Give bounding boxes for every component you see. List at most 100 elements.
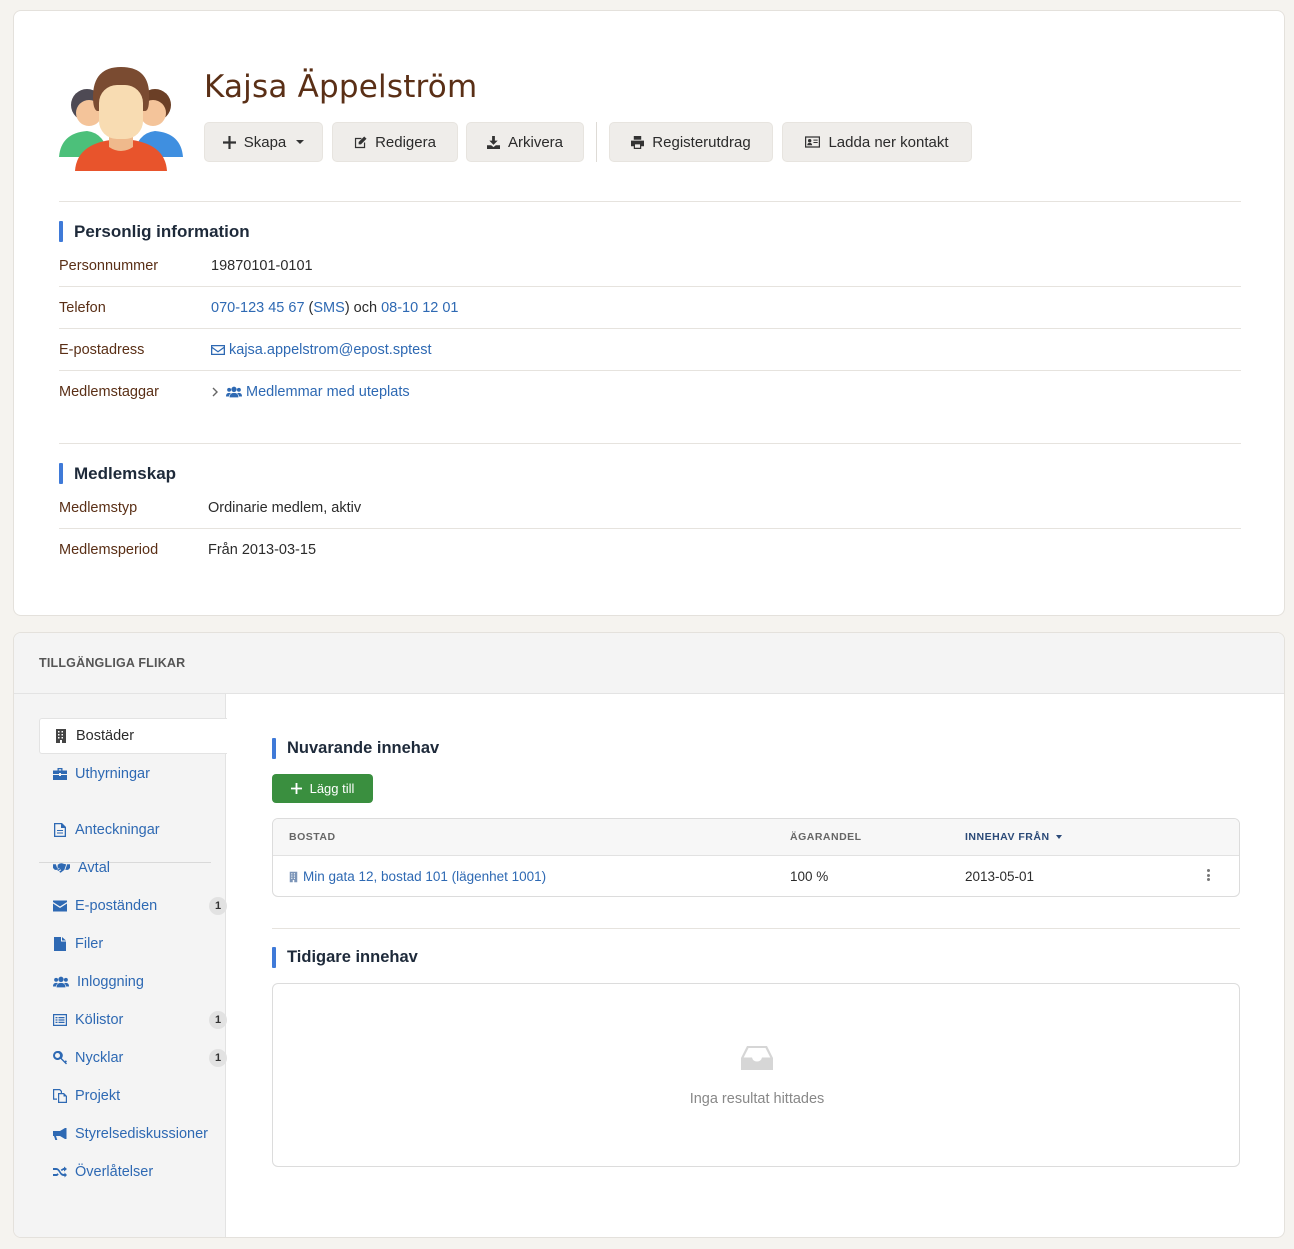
email-link[interactable]: kajsa.appelstrom@epost.sptest <box>229 342 432 358</box>
count-badge: 1 <box>209 1011 227 1029</box>
personal-info-heading: Personlig information <box>59 221 250 242</box>
count-badge: 1 <box>209 897 227 915</box>
add-holding-button[interactable]: Lägg till <box>272 774 373 803</box>
previous-holdings-heading: Tidigare innehav <box>272 947 418 968</box>
tab-label: Anteckningar <box>75 822 160 838</box>
member-type-row: Medlemstyp Ordinarie medlem, aktiv <box>59 487 1241 529</box>
tab-label: Styrelsediskussioner <box>75 1126 208 1142</box>
column-header-agarandel[interactable]: ÄGARANDEL <box>790 831 862 843</box>
tab-bostader[interactable]: Bostäder <box>39 718 227 754</box>
note-icon <box>54 823 66 837</box>
archive-button-label: Arkivera <box>507 133 563 151</box>
member-tags-row: Medlemstaggar Medlemmar med uteplats <box>59 371 1241 413</box>
caret-down-icon <box>296 140 305 144</box>
tab-projekt[interactable]: Projekt <box>39 1078 227 1114</box>
personnummer-value: 19870101-0101 <box>211 257 313 274</box>
member-avatar-icon <box>59 67 183 171</box>
envelope-icon <box>53 900 67 912</box>
divider <box>272 928 1240 929</box>
email-row: E-postadress kajsa.appelstrom@epost.spte… <box>59 329 1241 371</box>
plus-icon <box>290 783 302 794</box>
edit-icon <box>354 135 367 148</box>
create-dropdown-button[interactable]: Skapa <box>204 122 323 162</box>
tab-label: Uthyrningar <box>75 766 150 782</box>
table-row: Min gata 12, bostad 101 (lägenhet 1001) … <box>273 856 1239 896</box>
handshake-icon <box>53 863 70 873</box>
sms-link[interactable]: SMS <box>313 300 344 316</box>
member-tags-label: Medlemstaggar <box>59 384 159 400</box>
personnummer-label: Personnummer <box>59 257 159 274</box>
previous-holdings-empty-state: Inga resultat hittades <box>272 983 1240 1167</box>
bostad-link[interactable]: Min gata 12, bostad 101 (lägenhet 1001) <box>303 869 546 884</box>
create-button-label: Skapa <box>243 133 287 151</box>
file-icon <box>54 937 66 951</box>
download-contact-label: Ladda ner kontakt <box>828 133 949 151</box>
column-header-innehav-fran[interactable]: INNEHAV FRÅN <box>965 831 1062 843</box>
phone-row: Telefon 070-123 45 67 (SMS) och 08-10 12… <box>59 287 1241 329</box>
edit-button[interactable]: Redigera <box>332 122 458 162</box>
tabs-card: TILLGÄNGLIGA FLIKAR Bostäder Uthyrningar… <box>13 632 1285 1238</box>
tab-nycklar[interactable]: Nycklar 1 <box>39 1040 227 1076</box>
tab-label: Filer <box>75 936 104 952</box>
users-icon <box>53 976 69 988</box>
phone-landline-link[interactable]: 08-10 12 01 <box>381 300 458 316</box>
edit-button-label: Redigera <box>375 133 436 151</box>
archive-button[interactable]: Arkivera <box>466 122 584 162</box>
tab-filer[interactable]: Filer <box>39 926 227 962</box>
print-icon <box>631 135 645 149</box>
tabs-heading: TILLGÄNGLIGA FLIKAR <box>39 656 186 670</box>
tab-e-postarenden[interactable]: E-poständen 1 <box>39 888 227 924</box>
key-icon <box>53 1051 67 1065</box>
tab-uthyrningar[interactable]: Uthyrningar <box>39 756 227 792</box>
inbox-icon <box>741 1046 773 1070</box>
column-header-bostad[interactable]: BOSTAD <box>289 831 336 843</box>
member-type-label: Medlemstyp <box>59 499 138 516</box>
megaphone-icon <box>53 1128 67 1140</box>
table-header: BOSTAD ÄGARANDEL INNEHAV FRÅN <box>273 819 1239 856</box>
personnummer-row: Personnummer 19870101-0101 <box>59 245 1241 287</box>
tab-avtal[interactable]: Avtal <box>39 850 227 886</box>
contact-card-icon <box>805 136 821 148</box>
innehav-fran-cell: 2013-05-01 <box>965 869 1035 884</box>
register-extract-button[interactable]: Registerutdrag <box>609 122 773 162</box>
list-icon <box>53 1014 67 1026</box>
tab-label: Nycklar <box>75 1050 124 1066</box>
copy-icon <box>53 1089 67 1103</box>
tab-overlatelser[interactable]: Överlåtelser <box>39 1154 227 1190</box>
chevron-right-icon[interactable] <box>211 387 219 397</box>
plus-icon <box>222 135 236 149</box>
member-name: Kajsa Äppelström <box>204 69 478 105</box>
column-header-label: INNEHAV FRÅN <box>965 831 1050 843</box>
tab-label: Projekt <box>75 1088 121 1104</box>
tab-inloggning[interactable]: Inloggning <box>39 964 227 1000</box>
shuffle-icon <box>53 1166 67 1178</box>
download-icon <box>486 135 500 149</box>
row-actions-menu-icon[interactable] <box>1207 869 1211 883</box>
count-badge: 1 <box>209 1049 227 1067</box>
add-button-label: Lägg till <box>309 781 355 796</box>
tab-styrelsediskussioner[interactable]: Styrelsediskussioner <box>39 1116 227 1152</box>
users-icon <box>226 386 242 398</box>
bostad-cell: Min gata 12, bostad 101 (lägenhet 1001) <box>289 869 546 884</box>
tab-label: E-poständen <box>75 898 158 914</box>
button-group-divider <box>596 122 597 162</box>
tab-anteckningar[interactable]: Anteckningar <box>39 812 227 848</box>
tab-label: Avtal <box>78 860 110 876</box>
envelope-outline-icon <box>211 344 225 355</box>
tab-kolistor[interactable]: Kölistor 1 <box>39 1002 227 1038</box>
tabs-sidebar: Bostäder Uthyrningar Anteckningar Avtal … <box>14 694 227 1237</box>
building-icon <box>289 871 298 882</box>
phone-label: Telefon <box>59 299 106 316</box>
tab-label: Bostäder <box>76 728 135 744</box>
tabs-header: TILLGÄNGLIGA FLIKAR <box>14 633 1284 694</box>
building-icon <box>56 729 66 743</box>
download-contact-button[interactable]: Ladda ner kontakt <box>782 122 972 162</box>
member-period-row: Medlemsperiod Från 2013-03-15 <box>59 529 1241 571</box>
member-tag-link[interactable]: Medlemmar med uteplats <box>246 384 410 400</box>
phone-mobile-link[interactable]: 070-123 45 67 <box>211 300 305 316</box>
briefcase-icon <box>53 768 67 780</box>
member-profile-card: Kajsa Äppelström Skapa Redigera Arkivera… <box>13 10 1285 616</box>
sms-close-och: ) och <box>344 299 382 316</box>
current-holdings-table: BOSTAD ÄGARANDEL INNEHAV FRÅN Min gata 1… <box>272 818 1240 897</box>
register-extract-label: Registerutdrag <box>652 133 751 151</box>
